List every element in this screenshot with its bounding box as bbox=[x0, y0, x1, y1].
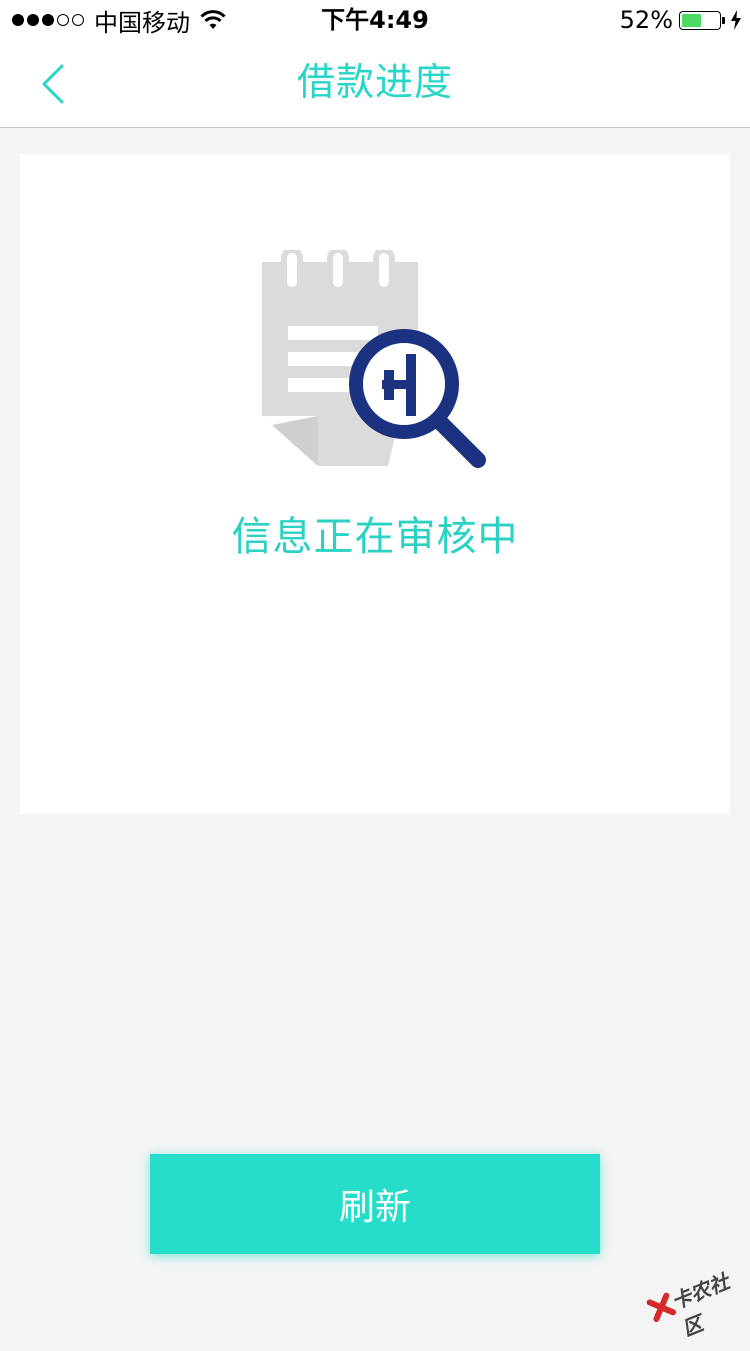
document-search-icon bbox=[262, 250, 486, 468]
watermark: 卡农社区 bbox=[641, 1252, 748, 1341]
battery-cap bbox=[722, 16, 725, 24]
status-bar: 中国移动 下午4:49 52% bbox=[0, 0, 750, 40]
battery-percent: 52% bbox=[619, 6, 673, 34]
navigation-bar: 借款进度 bbox=[0, 40, 750, 128]
status-right: 52% bbox=[620, 5, 742, 35]
refresh-button[interactable]: 刷新 bbox=[150, 1154, 600, 1254]
battery-icon bbox=[679, 10, 721, 30]
bolt-icon bbox=[731, 10, 741, 30]
review-status-text: 信息正在审核中 bbox=[231, 514, 519, 560]
battery-level bbox=[682, 13, 701, 27]
review-status-card: 信息正在审核中 bbox=[20, 154, 730, 814]
watermark-text: 卡农社区 bbox=[668, 1269, 733, 1341]
page-title: 借款进度 bbox=[296, 60, 453, 104]
